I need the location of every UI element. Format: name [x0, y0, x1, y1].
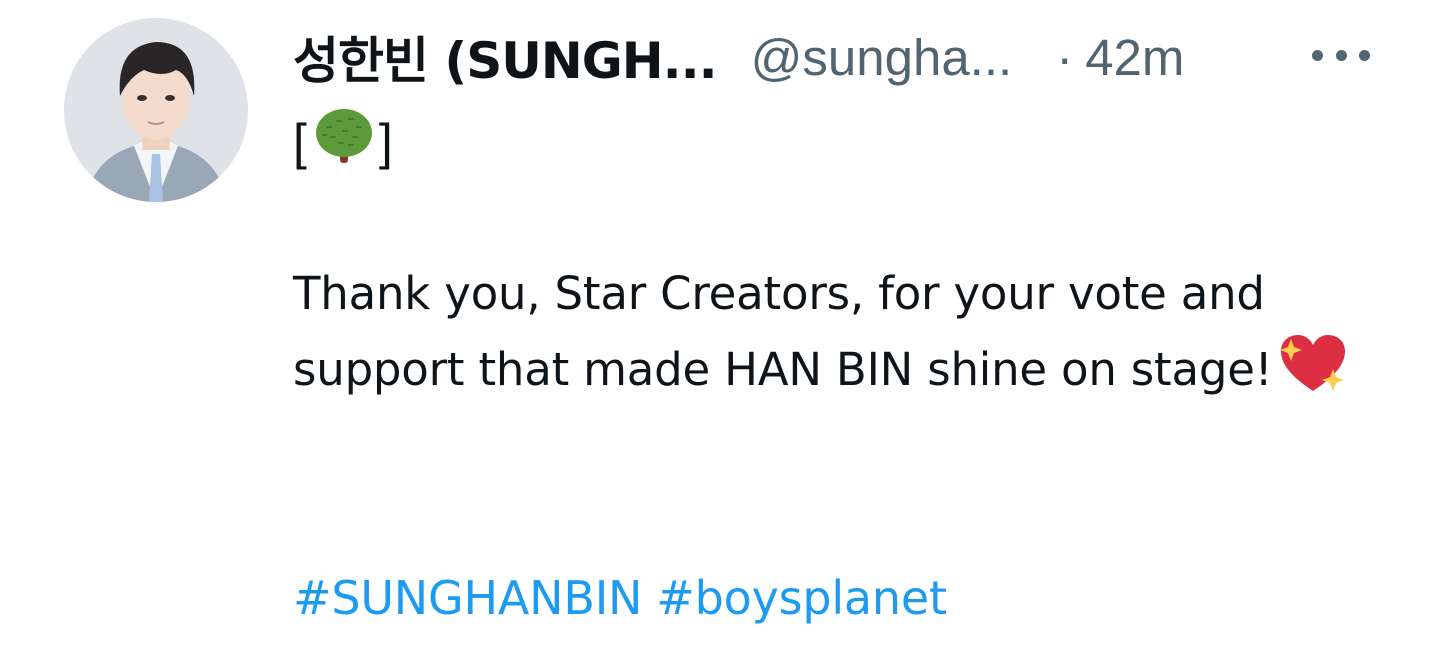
hashtag-link[interactable]: #boysplanet: [656, 571, 947, 625]
tweet-body-text: Thank you, Star Creators, for your vote …: [293, 267, 1273, 396]
more-dot: [1359, 49, 1370, 61]
more-dot: [1335, 49, 1347, 61]
tweet-body: Thank you, Star Creators, for your vote …: [293, 256, 1403, 418]
tweet-timestamp[interactable]: 42m: [1085, 28, 1184, 87]
sparkling-heart-icon: [1279, 333, 1347, 418]
author-handle[interactable]: @sungha...: [751, 28, 1013, 87]
tweet-header: 성한빈 (SUNGH... @sungha... · 42m: [293, 22, 1393, 92]
avatar[interactable]: [64, 18, 248, 202]
hashtags: #SUNGHANBIN #boysplanet: [293, 560, 947, 636]
more-icon[interactable]: [1312, 40, 1370, 70]
tweet-first-line: [ ]: [293, 104, 393, 180]
open-bracket: [: [293, 114, 307, 170]
more-dot: [1312, 49, 1323, 61]
hashtag-link[interactable]: #SUNGHANBIN: [293, 571, 642, 625]
tree-emoji-icon: [313, 105, 375, 179]
close-bracket: ]: [378, 114, 393, 170]
header-separator: ·: [1056, 28, 1074, 86]
author-display-name[interactable]: 성한빈 (SUNGH...: [293, 21, 718, 93]
profile-photo: [64, 18, 248, 202]
